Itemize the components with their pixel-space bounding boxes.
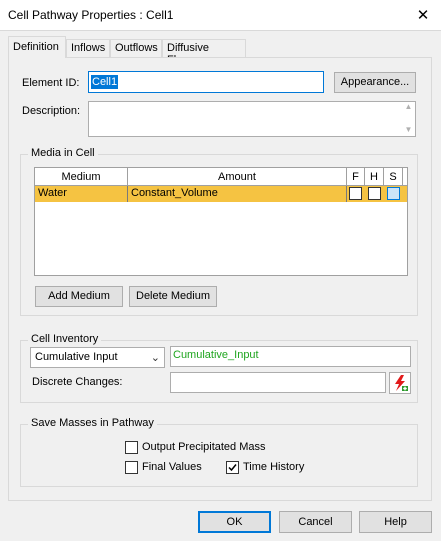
row-amount-cell[interactable]: Constant_Volume	[128, 186, 347, 202]
column-header-filler	[403, 168, 407, 186]
description-textarea[interactable]	[88, 101, 416, 137]
cell-inventory-title: Cell Inventory	[28, 333, 102, 345]
column-header-h[interactable]: H	[365, 168, 384, 186]
element-id-input[interactable]: Cell1	[88, 71, 324, 93]
element-id-label: Element ID:	[22, 77, 80, 89]
tab-inflows[interactable]: Inflows	[66, 39, 110, 58]
inventory-expression-value: Cumulative_Input	[173, 349, 259, 361]
close-icon[interactable]: ✕	[405, 0, 441, 31]
help-button[interactable]: Help	[359, 511, 432, 533]
column-header-s[interactable]: S	[384, 168, 403, 186]
discrete-changes-input[interactable]	[170, 372, 386, 393]
media-in-cell-title: Media in Cell	[28, 147, 98, 159]
row-h-checkbox[interactable]	[368, 187, 381, 200]
checkmark-icon	[228, 464, 237, 472]
delete-medium-button[interactable]: Delete Medium	[129, 286, 217, 307]
column-header-medium[interactable]: Medium	[35, 168, 128, 186]
media-grid[interactable]: Medium Amount F H S Water Constant_Volum…	[34, 167, 408, 276]
discrete-changes-label: Discrete Changes:	[32, 376, 123, 388]
row-medium-cell[interactable]: Water	[35, 186, 128, 202]
column-header-amount[interactable]: Amount	[128, 168, 347, 186]
save-masses-group	[20, 424, 418, 487]
row-f-checkbox[interactable]	[349, 187, 362, 200]
appearance-button[interactable]: Appearance...	[334, 72, 416, 93]
scroll-down-icon[interactable]: ▼	[403, 126, 414, 134]
table-row[interactable]: Water Constant_Volume	[35, 186, 407, 202]
lightning-link-icon[interactable]	[389, 372, 411, 394]
final-values-checkbox[interactable]	[125, 461, 138, 474]
output-precipitated-checkbox[interactable]	[125, 441, 138, 454]
save-masses-title: Save Masses in Pathway	[28, 417, 157, 429]
time-history-checkbox[interactable]	[226, 461, 239, 474]
inventory-expression-input[interactable]: Cumulative_Input	[170, 346, 411, 367]
scroll-up-icon[interactable]: ▲	[403, 103, 414, 111]
column-header-f[interactable]: F	[347, 168, 365, 186]
element-id-value: Cell1	[91, 75, 119, 89]
add-medium-button[interactable]: Add Medium	[35, 286, 123, 307]
cancel-button[interactable]: Cancel	[279, 511, 352, 533]
inventory-type-value: Cumulative Input	[35, 351, 118, 363]
final-values-label[interactable]: Final Values	[142, 461, 202, 473]
window-title: Cell Pathway Properties : Cell1	[8, 8, 174, 22]
inventory-type-select[interactable]: Cumulative Input ⌄	[30, 347, 165, 368]
ok-button[interactable]: OK	[198, 511, 271, 533]
time-history-label[interactable]: Time History	[243, 461, 304, 473]
output-precipitated-label[interactable]: Output Precipitated Mass	[142, 441, 266, 453]
tab-diffusive-fluxes[interactable]: Diffusive Fluxes	[162, 39, 246, 66]
row-s-checkbox[interactable]	[387, 187, 400, 200]
title-bar: Cell Pathway Properties : Cell1 ✕	[0, 0, 441, 31]
chevron-down-icon: ⌄	[150, 352, 160, 364]
tab-definition[interactable]: Definition	[8, 36, 66, 58]
tab-outflows[interactable]: Outflows	[110, 39, 162, 58]
description-label: Description:	[22, 105, 81, 117]
